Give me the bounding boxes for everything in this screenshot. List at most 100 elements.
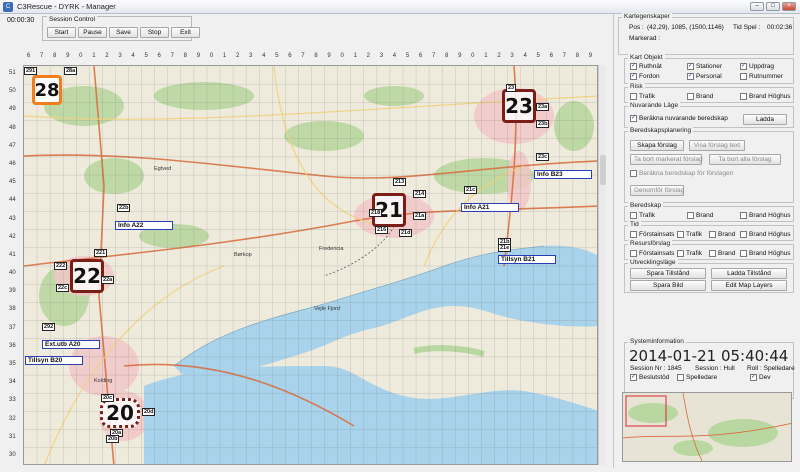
tid-trafik-checkbox[interactable]: Trafik [677, 231, 702, 238]
stop-button[interactable]: Stop [140, 27, 169, 38]
checkbox-icon[interactable] [740, 250, 747, 257]
checkbox-icon[interactable]: ✓ [630, 73, 637, 80]
station-22-marker[interactable]: 22 [70, 259, 104, 293]
station-28-marker[interactable]: 28 [32, 75, 62, 105]
vehicle-tag[interactable]: 22b [117, 204, 131, 212]
info-box[interactable]: Tillsyn B21 [498, 255, 556, 264]
vehicle-tag[interactable]: 222 [54, 262, 68, 270]
ladda-tillstand-button[interactable]: Ladda Tillstånd [711, 268, 787, 279]
checkbox-icon[interactable] [740, 231, 747, 238]
vehicle-tag[interactable]: 23a [536, 103, 550, 111]
visa-forslag-text-button[interactable]: Visa förslag text [689, 140, 745, 151]
vehicle-tag[interactable]: 213 [393, 178, 407, 186]
vehicle-tag[interactable]: 21d [399, 229, 413, 237]
spara-tillstand-button[interactable]: Spara Tillstånd [630, 268, 706, 279]
checkbox-icon[interactable]: ✓ [630, 374, 637, 381]
vehicle-tag[interactable]: 23c [536, 153, 550, 161]
scrollbar-thumb[interactable] [600, 155, 606, 185]
stationer-checkbox[interactable]: ✓ Stationer [687, 63, 722, 70]
resurs-forstainsats-checkbox[interactable]: Förstainsats [630, 250, 674, 257]
station-20-marker[interactable]: 20 [100, 398, 140, 428]
checkbox-icon[interactable] [677, 250, 684, 257]
checkbox-icon[interactable] [630, 170, 637, 177]
pause-button[interactable]: Pause [78, 27, 107, 38]
checkbox-icon[interactable]: ✓ [750, 374, 757, 381]
close-icon[interactable]: × [782, 2, 796, 11]
checkbox-icon[interactable]: ✓ [630, 115, 637, 122]
risk-trafik-checkbox[interactable]: Trafik [630, 93, 655, 100]
checkbox-icon[interactable] [740, 93, 747, 100]
resurs-brand-hoghus-checkbox[interactable]: Brand Höghus [740, 250, 791, 257]
vehicle-tag[interactable]: 20b [106, 435, 120, 443]
uppdrag-checkbox[interactable]: ✓ Uppdrag [740, 63, 774, 70]
berakna-nuvarande-checkbox[interactable]: ✓ Beräkna nuvarande beredskap [630, 115, 728, 122]
checkbox-icon[interactable] [740, 212, 747, 219]
vehicle-tag[interactable]: 20d [142, 408, 156, 416]
vehicle-tag[interactable]: 218 [369, 209, 383, 217]
vehicle-tag[interactable]: 22c [56, 284, 70, 292]
vehicle-tag[interactable]: 214 [413, 190, 427, 198]
info-box[interactable]: Ext.utb A20 [42, 340, 100, 349]
vehicle-tag[interactable]: 23 [506, 84, 517, 92]
info-box[interactable]: Info B23 [534, 170, 592, 179]
resurs-trafik-checkbox[interactable]: Trafik [677, 250, 702, 257]
ta-bort-alla-button[interactable]: Ta bort alla förslag [709, 154, 781, 165]
spelledare-checkbox[interactable]: Spelledare [677, 374, 717, 381]
vehicle-tag[interactable]: 20c [101, 394, 115, 402]
ruthnat-checkbox[interactable]: ✓ Ruthnät [630, 63, 662, 70]
edit-map-layers-button[interactable]: Edit Map Layers [711, 280, 787, 291]
vehicle-tag[interactable]: 291 [24, 67, 38, 75]
checkbox-icon[interactable] [709, 231, 716, 238]
checkbox-icon[interactable]: ✓ [740, 63, 747, 70]
start-button[interactable]: Start [47, 27, 76, 38]
tid-brand-checkbox[interactable]: Brand [709, 231, 735, 238]
beslutstod-checkbox[interactable]: ✓ Beslutstöd [630, 374, 669, 381]
genomfor-forslag-button[interactable]: Genomför förslag [630, 185, 684, 196]
skapa-forslag-button[interactable]: Skapa förslag [630, 140, 684, 151]
vehicle-tag[interactable]: 23b [536, 120, 550, 128]
ta-bort-markerat-button[interactable]: Ta bort markerat förslag [630, 154, 703, 165]
tid-brand-hoghus-checkbox[interactable]: Brand Höghus [740, 231, 791, 238]
checkbox-icon[interactable] [677, 231, 684, 238]
checkbox-icon[interactable] [677, 374, 684, 381]
checkbox-icon[interactable] [630, 212, 637, 219]
vehicle-tag[interactable]: 22a [101, 276, 115, 284]
checkbox-icon[interactable] [630, 231, 637, 238]
save-button[interactable]: Save [109, 27, 138, 38]
checkbox-icon[interactable] [687, 212, 694, 219]
vehicle-tag[interactable]: 21e [498, 244, 512, 252]
beredskap-trafik-checkbox[interactable]: Trafik [630, 212, 655, 219]
exit-button[interactable]: Exit [171, 27, 200, 38]
info-box[interactable]: Tillsyn B20 [25, 356, 83, 365]
maximize-icon[interactable]: □ [766, 2, 780, 11]
resurs-brand-checkbox[interactable]: Brand [709, 250, 735, 257]
overview-minimap[interactable] [622, 392, 792, 462]
vehicle-tag[interactable]: 21a [413, 212, 427, 220]
checkbox-icon[interactable] [740, 73, 747, 80]
dev-checkbox[interactable]: ✓ Dev [750, 374, 771, 381]
checkbox-icon[interactable] [687, 93, 694, 100]
station-23-marker[interactable]: 23 [502, 89, 536, 123]
info-box[interactable]: Info A22 [115, 221, 173, 230]
minimize-icon[interactable]: – [750, 2, 764, 11]
vehicle-tag[interactable]: 216 [375, 226, 389, 234]
vehicle-tag[interactable]: 21c [464, 186, 478, 194]
vehicle-tag[interactable]: 292 [42, 323, 56, 331]
checkbox-icon[interactable]: ✓ [630, 63, 637, 70]
checkbox-icon[interactable]: ✓ [687, 63, 694, 70]
vehicle-tag[interactable]: 28a [64, 67, 78, 75]
tid-forstainsats-checkbox[interactable]: Förstainsats [630, 231, 674, 238]
ladda-button[interactable]: Ladda [743, 114, 787, 125]
info-box[interactable]: Info A21 [461, 203, 519, 212]
spara-bild-button[interactable]: Spara Bild [630, 280, 706, 291]
vehicle-tag[interactable]: 221 [94, 249, 108, 257]
personal-checkbox[interactable]: ✓ Personal [687, 73, 722, 80]
risk-brand-hoghus-checkbox[interactable]: Brand Höghus [740, 93, 791, 100]
risk-brand-checkbox[interactable]: Brand [687, 93, 713, 100]
beredskap-brand-checkbox[interactable]: Brand [687, 212, 713, 219]
checkbox-icon[interactable]: ✓ [687, 73, 694, 80]
beredskap-brand-hoghus-checkbox[interactable]: Brand Höghus [740, 212, 791, 219]
berakna-forslagen-checkbox[interactable]: Beräkna beredskap för förslagen [630, 170, 733, 177]
checkbox-icon[interactable] [630, 93, 637, 100]
checkbox-icon[interactable] [709, 250, 716, 257]
